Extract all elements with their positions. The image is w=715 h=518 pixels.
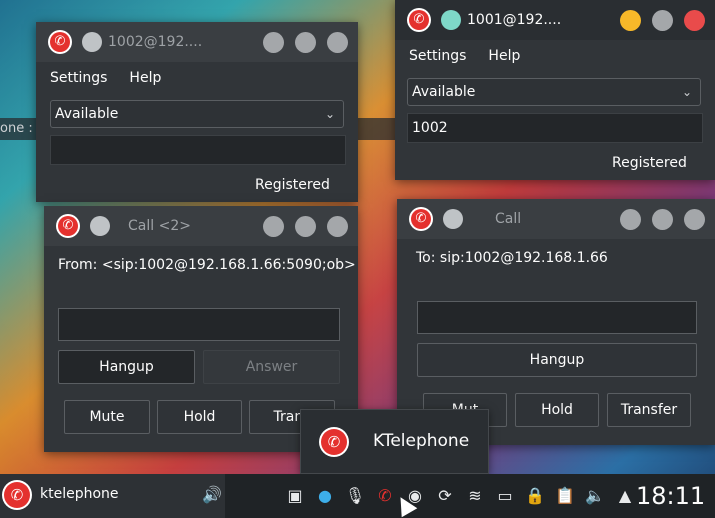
caller-label: From: <sip:1002@192.168.1.66:5090;ob> bbox=[58, 257, 356, 273]
phone-icon: ✆ bbox=[50, 32, 70, 52]
status-select[interactable]: Available ⌄ bbox=[407, 78, 701, 106]
task-tooltip[interactable]: ✆ KTelephone bbox=[300, 409, 489, 474]
maximize-button[interactable] bbox=[652, 209, 673, 230]
status-select[interactable]: Available ⌄ bbox=[50, 100, 344, 128]
ktelephone-app-icon: ✆ bbox=[319, 427, 349, 457]
menu-help[interactable]: Help bbox=[488, 48, 520, 64]
minimize-button[interactable] bbox=[263, 32, 284, 53]
hold-button[interactable]: Hold bbox=[157, 400, 242, 434]
titlebar[interactable]: ✆ Call <2> bbox=[44, 206, 358, 246]
phone-icon: ✆ bbox=[321, 429, 347, 455]
maximize-button[interactable] bbox=[295, 32, 316, 53]
info-icon[interactable]: ● bbox=[314, 484, 336, 506]
ktelephone-app-icon: ✆ bbox=[2, 480, 32, 510]
minimize-button[interactable] bbox=[263, 216, 284, 237]
answer-button: Answer bbox=[203, 350, 340, 384]
battery-icon[interactable]: ▭ bbox=[494, 484, 516, 506]
ktelephone-app-icon: ✆ bbox=[409, 207, 433, 231]
status-select-value: Available bbox=[55, 106, 119, 122]
microphone-icon[interactable]: 🎙 bbox=[344, 484, 366, 506]
maximize-button[interactable] bbox=[652, 10, 673, 31]
hangup-button[interactable]: Hangup bbox=[58, 350, 195, 384]
close-button[interactable] bbox=[684, 10, 705, 31]
callee-label: To: sip:1002@192.168.1.66 bbox=[416, 250, 608, 266]
close-button[interactable] bbox=[327, 216, 348, 237]
clipboard-icon[interactable]: 📋 bbox=[554, 484, 576, 506]
account-window-1001: ✆ 1001@192.... Settings Help Available ⌄… bbox=[395, 0, 715, 180]
chevron-down-icon: ⌄ bbox=[324, 107, 335, 121]
transfer-button[interactable]: Transfer bbox=[607, 393, 691, 427]
update-icon[interactable]: ⟳ bbox=[434, 484, 456, 506]
menu-help[interactable]: Help bbox=[129, 70, 161, 86]
titlebar[interactable]: ✆ 1002@192.... bbox=[36, 22, 358, 62]
titlebar[interactable]: ✆ Call bbox=[397, 199, 715, 239]
volume-icon[interactable]: 🔈 bbox=[584, 484, 606, 506]
lock-icon[interactable]: 🔒 bbox=[524, 484, 546, 506]
window-title: Call bbox=[495, 211, 522, 227]
dtmf-input[interactable] bbox=[417, 301, 697, 334]
window-title: 1002@192.... bbox=[108, 34, 203, 50]
status-select-value: Available bbox=[412, 84, 476, 100]
titlebar[interactable]: ✆ 1001@192.... bbox=[395, 0, 715, 40]
hangup-button[interactable]: Hangup bbox=[417, 343, 697, 377]
phone-icon: ✆ bbox=[411, 209, 431, 229]
close-button[interactable] bbox=[684, 209, 705, 230]
window-title: Call <2> bbox=[128, 218, 191, 234]
chevron-down-icon: ⌄ bbox=[681, 85, 692, 99]
clock[interactable]: 18:11 bbox=[636, 482, 705, 510]
minimize-button[interactable] bbox=[620, 209, 641, 230]
task-entry-ktelephone[interactable]: ✆ ktelephone 🔊 bbox=[0, 474, 225, 518]
menu-settings[interactable]: Settings bbox=[409, 48, 466, 64]
minimize-button[interactable] bbox=[620, 10, 641, 31]
registration-status: Registered bbox=[255, 177, 330, 193]
menubar: Settings Help bbox=[395, 40, 715, 72]
close-button[interactable] bbox=[327, 32, 348, 53]
menubar: Settings Help bbox=[36, 62, 358, 94]
chevron-up-icon[interactable]: ▲ bbox=[614, 484, 636, 506]
registration-status: Registered bbox=[612, 155, 687, 171]
audio-playing-icon[interactable]: 🔊 bbox=[202, 485, 222, 504]
tooltip-title: KTelephone bbox=[373, 431, 470, 451]
wifi-icon[interactable]: ≋ bbox=[464, 484, 486, 506]
taskbar: ✆ ktelephone 🔊 ▣ ● 🎙 ✆ ◉ ⟳ ≋ ▭ 🔒 📋 🔈 ▲ 1… bbox=[0, 474, 715, 518]
task-label: ktelephone bbox=[40, 486, 119, 502]
pin-icon[interactable] bbox=[443, 209, 463, 229]
hold-button[interactable]: Hold bbox=[515, 393, 599, 427]
pin-icon[interactable] bbox=[90, 216, 110, 236]
window-title: 1001@192.... bbox=[467, 12, 562, 28]
menu-settings[interactable]: Settings bbox=[50, 70, 107, 86]
system-tray: ▣ ● 🎙 ✆ ◉ ⟳ ≋ ▭ 🔒 📋 🔈 ▲ bbox=[284, 484, 636, 506]
mute-button[interactable]: Mute bbox=[64, 400, 150, 434]
chip-icon[interactable]: ▣ bbox=[284, 484, 306, 506]
ktelephone-app-icon: ✆ bbox=[56, 214, 80, 238]
number-input[interactable]: 1002 bbox=[407, 113, 703, 143]
number-input[interactable] bbox=[50, 135, 346, 165]
phone-icon: ✆ bbox=[58, 216, 78, 236]
account-window-1002: ✆ 1002@192.... Settings Help Available ⌄… bbox=[36, 22, 358, 202]
pin-icon[interactable] bbox=[441, 10, 461, 30]
phone-icon: ✆ bbox=[409, 10, 429, 30]
maximize-button[interactable] bbox=[295, 216, 316, 237]
dtmf-input[interactable] bbox=[58, 308, 340, 341]
ktelephone-app-icon: ✆ bbox=[48, 30, 72, 54]
pin-icon[interactable] bbox=[82, 32, 102, 52]
phone-icon: ✆ bbox=[4, 482, 30, 508]
ktelephone-app-icon: ✆ bbox=[407, 8, 431, 32]
